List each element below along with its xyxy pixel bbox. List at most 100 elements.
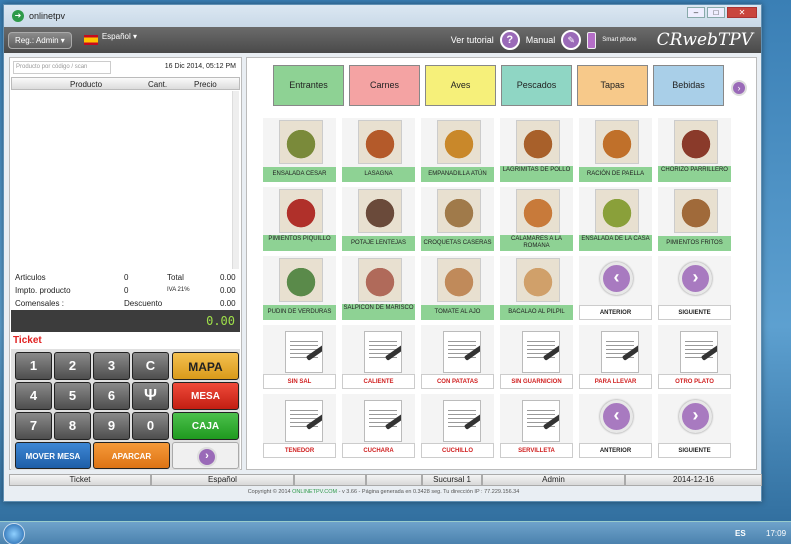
caja-button[interactable]: CAJA: [172, 412, 239, 440]
product-label: LASAGNA: [342, 167, 415, 182]
product-button[interactable]: SALPICÓN DE MARISCO: [342, 256, 415, 320]
modifier-button[interactable]: CUCHILLO: [421, 394, 494, 458]
help-icon[interactable]: ?: [499, 30, 520, 50]
category-tab-tapas[interactable]: Tapas: [577, 65, 648, 106]
product-label: ENSALADA DE LA CASA: [579, 235, 652, 251]
smartphone-label[interactable]: Smart phone: [602, 37, 636, 43]
mapa-button[interactable]: MAPA: [172, 352, 239, 380]
fork-icon[interactable]: Ψ: [132, 382, 169, 410]
product-label: BACALAO AL PILPIL: [500, 305, 573, 320]
minimize-button[interactable]: –: [687, 7, 705, 18]
product-button[interactable]: RACIÓN DE PAELLA: [579, 118, 652, 182]
key-1[interactable]: 1: [15, 352, 52, 380]
modifier-button[interactable]: OTRO PLATO: [658, 325, 731, 389]
taskbar-language[interactable]: ES: [735, 529, 746, 538]
mover-mesa-button[interactable]: MOVER MESA: [15, 442, 91, 469]
generation-info: - v 3.66 - Página generada en 0.3428 seg…: [338, 489, 520, 495]
manual-link[interactable]: Manual: [526, 35, 556, 45]
impto-value: 0: [124, 286, 129, 295]
copyright-footer: Copyright © 2014 ONLINETPV.COM - v 3.66 …: [4, 489, 763, 495]
product-button[interactable]: BACALAO AL PILPIL: [500, 256, 573, 320]
product-label: SIN GUARNICION: [500, 374, 573, 389]
product-button[interactable]: CHORIZO PARRILLERO: [658, 118, 731, 182]
more-button[interactable]: ›: [172, 442, 239, 469]
modifier-button[interactable]: SIN GUARNICION: [500, 325, 573, 389]
product-button[interactable]: PUDIN DE VERDURAS: [263, 256, 336, 320]
note-pen-icon: [601, 331, 639, 373]
maximize-button[interactable]: □: [707, 7, 725, 18]
modifier-button[interactable]: TENEDOR: [263, 394, 336, 458]
key-4[interactable]: 4: [15, 382, 52, 410]
modifier-button[interactable]: CALIENTE: [342, 325, 415, 389]
language-dropdown[interactable]: Español ▾: [102, 32, 137, 41]
next-page-button[interactable]: › SIGUIENTE: [658, 256, 731, 320]
close-button[interactable]: ✕: [727, 7, 757, 18]
category-tab-pescados[interactable]: Pescados: [501, 65, 572, 106]
modifier-button[interactable]: SERVILLETA: [500, 394, 573, 458]
ticket-lines[interactable]: [11, 91, 240, 269]
language-label: Español: [101, 31, 131, 41]
keypad: 1 2 3 C MAPA 4 5 6 Ψ MESA 7 8 9 0 CAJA M…: [11, 349, 240, 470]
key-7[interactable]: 7: [15, 412, 52, 440]
smartphone-icon[interactable]: [587, 31, 597, 49]
product-button[interactable]: TOMATE AL AJO: [421, 256, 494, 320]
manual-icon[interactable]: ✎: [561, 30, 582, 50]
ticket-date: 16 Dic 2014, 05:12 PM: [164, 63, 236, 70]
next-page-button[interactable]: › SIGUIENTE: [658, 394, 731, 458]
mesa-button[interactable]: MESA: [172, 382, 239, 410]
key-clear[interactable]: C: [132, 352, 169, 380]
category-tab-carnes[interactable]: Carnes: [349, 65, 420, 106]
product-label: CHORIZO PARRILLERO: [658, 166, 731, 182]
total-display: 0.00: [11, 310, 240, 332]
category-tab-entrantes[interactable]: Entrantes: [273, 65, 344, 106]
key-5[interactable]: 5: [54, 382, 91, 410]
product-button[interactable]: LASAGNA: [342, 118, 415, 182]
arrow-left-icon: ‹: [600, 262, 633, 295]
col-cant: Cant.: [148, 80, 168, 89]
product-search-input[interactable]: Producto por código / scan: [13, 61, 111, 74]
product-label: CUCHARA: [342, 443, 415, 458]
key-3[interactable]: 3: [93, 352, 130, 380]
total-value: 0.00: [220, 273, 236, 282]
modifier-button[interactable]: CUCHARA: [342, 394, 415, 458]
site-link[interactable]: ONLINETPV.COM: [292, 489, 337, 495]
product-button[interactable]: CROQUETAS CASERAS: [421, 187, 494, 251]
product-button[interactable]: PIMIENTOS FRITOS: [658, 187, 731, 251]
key-0[interactable]: 0: [132, 412, 169, 440]
key-8[interactable]: 8: [54, 412, 91, 440]
product-button[interactable]: EMPANADILLA ATÚN: [421, 118, 494, 182]
product-button[interactable]: ENSALADA DE LA CASA: [579, 187, 652, 251]
arrow-right-icon: ›: [197, 447, 217, 467]
product-label: CALAMARES A LA ROMANA: [500, 235, 573, 251]
key-6[interactable]: 6: [93, 382, 130, 410]
tutorial-link[interactable]: Ver tutorial: [451, 35, 494, 45]
product-photo: [674, 120, 718, 164]
register-dropdown[interactable]: Reg.: Admin ▾: [8, 31, 72, 49]
key-2[interactable]: 2: [54, 352, 91, 380]
product-label: CON PATATAS: [421, 374, 494, 389]
start-button[interactable]: [3, 523, 25, 544]
product-photo: [516, 120, 560, 164]
product-button[interactable]: CALAMARES A LA ROMANA: [500, 187, 573, 251]
product-button[interactable]: POTAJE LENTEJAS: [342, 187, 415, 251]
product-button[interactable]: PIMIENTOS PIQUILLO: [263, 187, 336, 251]
prev-page-button[interactable]: ‹ ANTERIOR: [579, 256, 652, 320]
product-label: ANTERIOR: [579, 443, 652, 458]
prev-page-button[interactable]: ‹ ANTERIOR: [579, 394, 652, 458]
product-button[interactable]: ENSALADA CESAR: [263, 118, 336, 182]
key-9[interactable]: 9: [93, 412, 130, 440]
spain-flag-icon[interactable]: [83, 35, 98, 45]
product-photo: [437, 258, 481, 302]
category-next-icon[interactable]: ›: [731, 80, 747, 96]
product-label: SALPICÓN DE MARISCO: [342, 304, 415, 320]
product-button[interactable]: LAGRIMITAS DE POLLO: [500, 118, 573, 182]
modifier-button[interactable]: SIN SAL: [263, 325, 336, 389]
taskbar-clock[interactable]: 17:09: [766, 529, 786, 538]
category-tab-aves[interactable]: Aves: [425, 65, 496, 106]
ticket-scrollbar[interactable]: [232, 91, 239, 269]
articulos-value: 0: [124, 273, 129, 282]
category-tab-bebidas[interactable]: Bebidas: [653, 65, 724, 106]
aparcar-button[interactable]: APARCAR: [93, 442, 170, 469]
modifier-button[interactable]: PARA LLEVAR: [579, 325, 652, 389]
modifier-button[interactable]: CON PATATAS: [421, 325, 494, 389]
